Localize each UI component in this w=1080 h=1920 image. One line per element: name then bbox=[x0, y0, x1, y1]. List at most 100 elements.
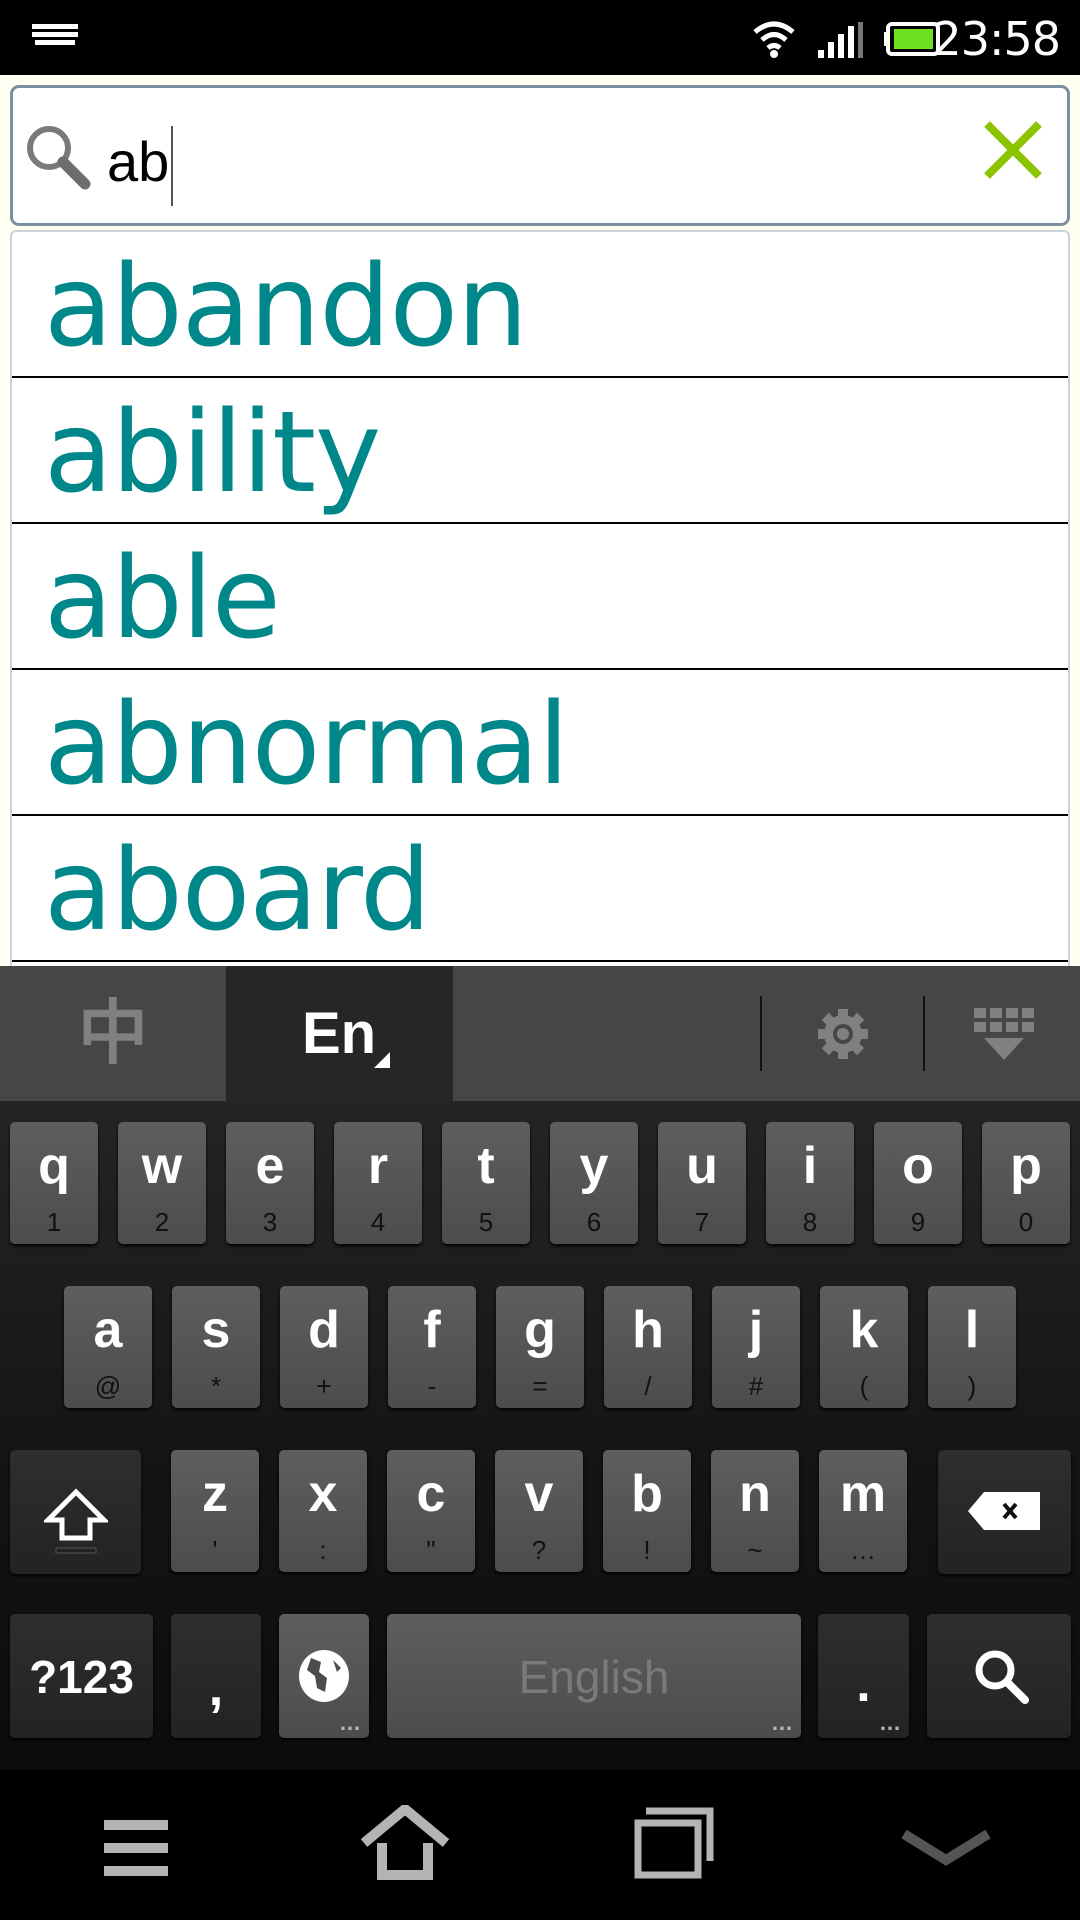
key-letter: x bbox=[308, 1465, 338, 1523]
key-a[interactable]: a @ bbox=[64, 1286, 152, 1408]
key-letter: i bbox=[802, 1137, 818, 1195]
key-letter: s bbox=[201, 1301, 231, 1359]
key-secondary: ~ bbox=[747, 1535, 763, 1565]
hide-keyboard-chevron-icon[interactable] bbox=[900, 1830, 992, 1870]
key-letter: g bbox=[524, 1301, 556, 1359]
key-letter: t bbox=[477, 1137, 495, 1195]
suggestion-text: ability bbox=[44, 388, 381, 518]
home-icon[interactable] bbox=[360, 1805, 450, 1881]
key-u[interactable]: u7 bbox=[658, 1122, 746, 1244]
suggestion-text: abnormal bbox=[44, 680, 569, 810]
suggestion-item[interactable]: able bbox=[12, 524, 1068, 670]
search-icon bbox=[975, 1650, 1029, 1704]
shift-arrow-icon bbox=[44, 1488, 108, 1554]
search-box[interactable]: ab bbox=[10, 85, 1070, 226]
navigation-bar bbox=[0, 1770, 1080, 1920]
key-i[interactable]: i8 bbox=[766, 1122, 854, 1244]
key-letter: q bbox=[38, 1137, 70, 1195]
key-secondary: 7 bbox=[694, 1207, 710, 1237]
period-label: . bbox=[856, 1655, 871, 1713]
key-letter: o bbox=[902, 1137, 934, 1195]
search-icon bbox=[27, 126, 91, 190]
key-s[interactable]: s * bbox=[172, 1286, 260, 1408]
symbols-label: ?123 bbox=[29, 1651, 134, 1703]
key-secondary: 6 bbox=[586, 1207, 602, 1237]
suggestion-item[interactable]: abnormal bbox=[12, 670, 1068, 816]
key-j[interactable]: j # bbox=[712, 1286, 800, 1408]
clear-icon[interactable] bbox=[983, 120, 1043, 180]
backspace-key[interactable] bbox=[938, 1450, 1071, 1574]
key-secondary: = bbox=[532, 1371, 548, 1401]
key-m[interactable]: m… bbox=[819, 1450, 907, 1572]
key-x[interactable]: x: bbox=[279, 1450, 367, 1572]
space-key[interactable]: English … bbox=[387, 1614, 801, 1738]
key-c[interactable]: c " bbox=[387, 1450, 475, 1572]
shift-key[interactable] bbox=[10, 1450, 141, 1574]
language-key[interactable]: … bbox=[279, 1614, 369, 1738]
wifi-icon bbox=[753, 21, 795, 58]
key-secondary: 2 bbox=[154, 1207, 170, 1237]
keyboard-toolbar: 中 En bbox=[0, 966, 1080, 1101]
period-key[interactable]: .… bbox=[818, 1614, 909, 1738]
divider bbox=[923, 996, 925, 1071]
key-secondary: ! bbox=[643, 1535, 651, 1565]
key-secondary: : bbox=[319, 1535, 327, 1565]
suggestion-item[interactable]: ability bbox=[12, 378, 1068, 524]
key-k[interactable]: k( bbox=[820, 1286, 908, 1408]
key-letter: y bbox=[579, 1137, 609, 1195]
comma-label: , bbox=[208, 1659, 224, 1717]
more-indicator: … bbox=[771, 1710, 793, 1735]
key-letter: r bbox=[367, 1137, 389, 1195]
search-query-text: ab bbox=[107, 129, 170, 193]
key-secondary: 9 bbox=[910, 1207, 926, 1237]
key-y[interactable]: y6 bbox=[550, 1122, 638, 1244]
key-l[interactable]: l) bbox=[928, 1286, 1016, 1408]
suggestion-item[interactable]: abandon bbox=[12, 232, 1068, 378]
key-secondary: ( bbox=[859, 1371, 869, 1401]
search-input[interactable]: ab bbox=[107, 126, 174, 206]
key-w[interactable]: w2 bbox=[118, 1122, 206, 1244]
key-secondary: @ bbox=[94, 1371, 122, 1401]
keyboard-icon bbox=[32, 24, 78, 45]
key-n[interactable]: n ~ bbox=[711, 1450, 799, 1572]
key-q[interactable]: q1 bbox=[10, 1122, 98, 1244]
space-label: English bbox=[518, 1651, 670, 1703]
chinese-tab[interactable]: 中 bbox=[0, 966, 226, 1101]
key-g[interactable]: g = bbox=[496, 1286, 584, 1408]
more-indicator: … bbox=[339, 1710, 361, 1735]
key-d[interactable]: d + bbox=[280, 1286, 368, 1408]
search-key[interactable] bbox=[927, 1614, 1071, 1738]
suggestion-item[interactable]: aboard bbox=[12, 816, 1068, 962]
key-t[interactable]: t5 bbox=[442, 1122, 530, 1244]
key-z[interactable]: z ' bbox=[171, 1450, 259, 1572]
recent-apps-icon[interactable] bbox=[634, 1807, 714, 1879]
signal-icon bbox=[818, 22, 863, 58]
key-e[interactable]: e3 bbox=[226, 1122, 314, 1244]
english-tab-label: En bbox=[302, 1001, 377, 1066]
key-letter: a bbox=[93, 1301, 123, 1359]
key-v[interactable]: v? bbox=[495, 1450, 583, 1572]
key-secondary: 1 bbox=[46, 1207, 62, 1237]
key-h[interactable]: h / bbox=[604, 1286, 692, 1408]
key-secondary: 3 bbox=[262, 1207, 278, 1237]
key-letter: m bbox=[839, 1465, 887, 1523]
symbols-key[interactable]: ?123 bbox=[10, 1614, 153, 1738]
key-secondary: … bbox=[850, 1535, 876, 1565]
key-f[interactable]: f- bbox=[388, 1286, 476, 1408]
hide-keyboard-icon[interactable] bbox=[972, 1008, 1036, 1064]
key-secondary: 4 bbox=[370, 1207, 386, 1237]
key-secondary: * bbox=[210, 1371, 222, 1401]
key-o[interactable]: o9 bbox=[874, 1122, 962, 1244]
backspace-icon bbox=[968, 1492, 1040, 1530]
key-p[interactable]: p0 bbox=[982, 1122, 1070, 1244]
key-r[interactable]: r4 bbox=[334, 1122, 422, 1244]
comma-key[interactable]: , bbox=[171, 1614, 261, 1738]
corner-triangle-icon bbox=[374, 1052, 390, 1068]
english-tab[interactable]: En bbox=[226, 966, 453, 1101]
suggestion-text: able bbox=[44, 534, 281, 664]
settings-gear-icon[interactable] bbox=[818, 1008, 868, 1060]
key-letter: z bbox=[202, 1465, 228, 1523]
key-secondary: 8 bbox=[802, 1207, 818, 1237]
menu-icon[interactable] bbox=[104, 1820, 170, 1880]
key-b[interactable]: b! bbox=[603, 1450, 691, 1572]
